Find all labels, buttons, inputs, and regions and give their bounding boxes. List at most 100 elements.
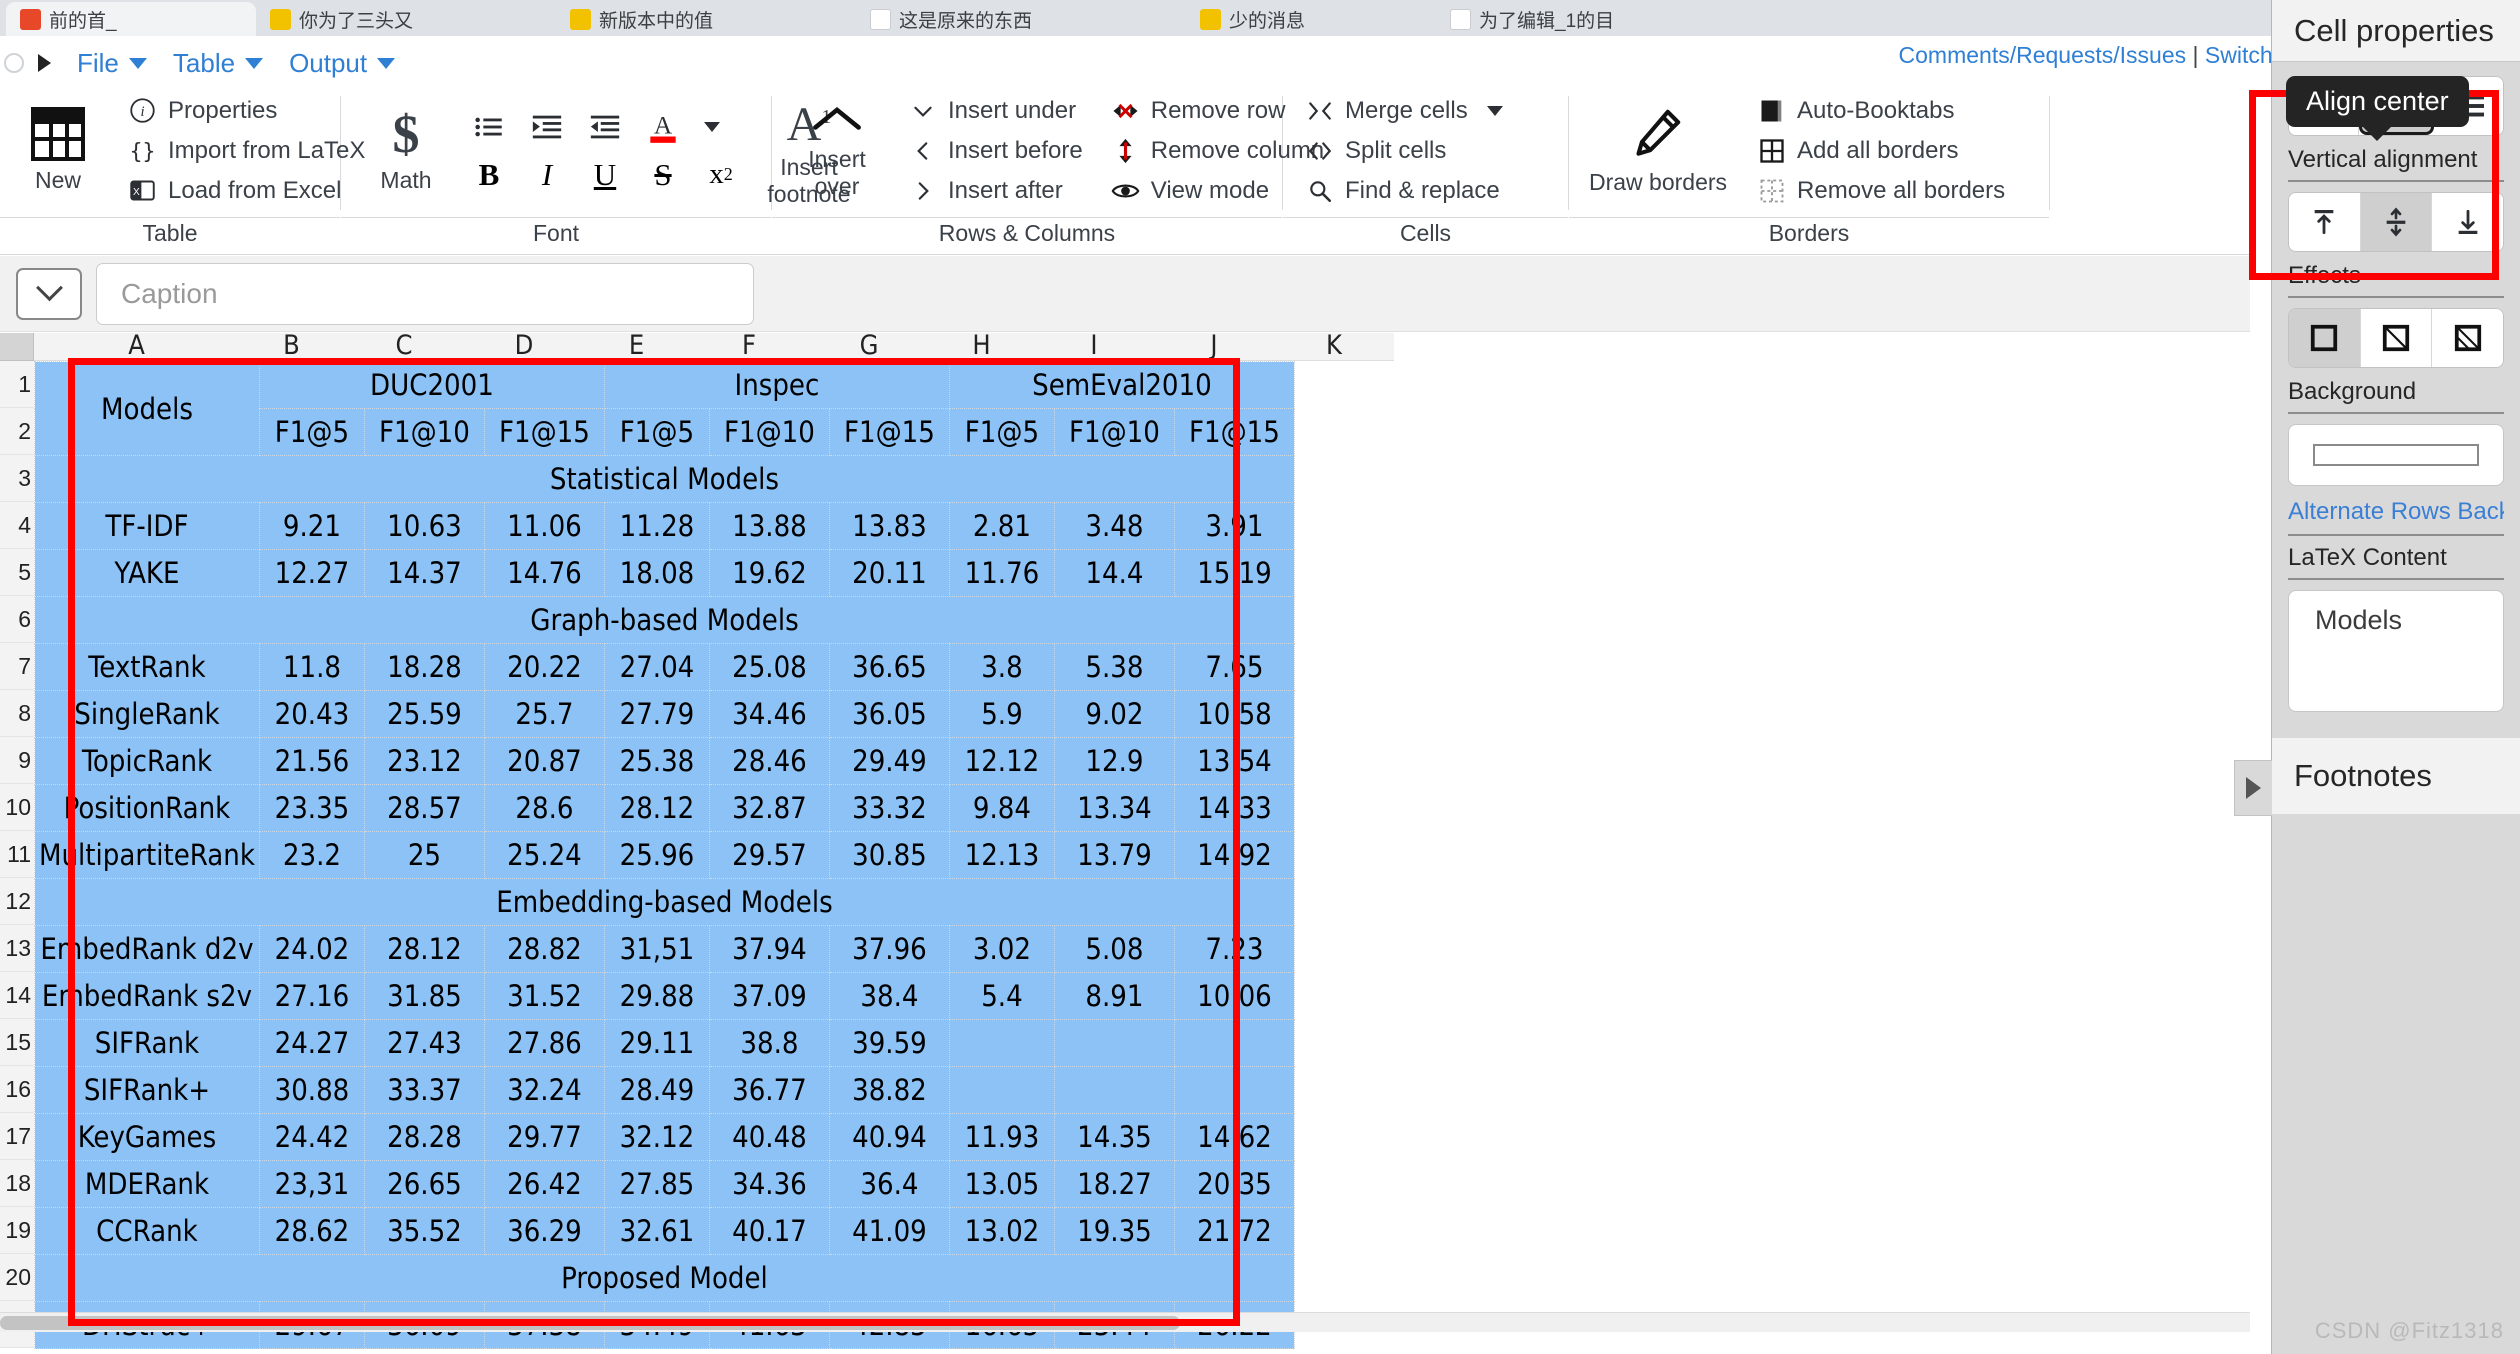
cell-metric-header[interactable]: F1@5	[949, 409, 1054, 456]
cell-value[interactable]: 38.4	[829, 973, 949, 1020]
cell-value[interactable]: 29.77	[484, 1114, 604, 1161]
underline-icon[interactable]: U	[583, 153, 627, 197]
cell-value[interactable]: 9.84	[949, 785, 1054, 832]
column-header[interactable]: D	[464, 333, 584, 360]
row-header[interactable]: 9	[0, 737, 34, 784]
row-header[interactable]: 3	[0, 455, 34, 502]
cell-value[interactable]: 13.88	[709, 503, 829, 550]
cell-value[interactable]	[1174, 1020, 1294, 1067]
cell-model-name[interactable]: EmbedRank d2v	[35, 926, 260, 973]
data-table[interactable]: ModelsDUC2001InspecSemEval2010F1@5F1@10F…	[34, 361, 1295, 1349]
cell-value[interactable]: 11.8	[259, 644, 364, 691]
cell-model-name[interactable]: MultipartiteRank	[35, 832, 260, 879]
cell-value[interactable]: 23.35	[259, 785, 364, 832]
cell-value[interactable]: 24.42	[259, 1114, 364, 1161]
cell-value[interactable]: 31.52	[484, 973, 604, 1020]
add-all-borders-item[interactable]: Add all borders	[1751, 134, 2011, 168]
cell-value[interactable]: 20.43	[259, 691, 364, 738]
math-button[interactable]: $ Math	[351, 107, 461, 194]
cell-value[interactable]: 20.35	[1174, 1161, 1294, 1208]
cell-value[interactable]: 5.38	[1054, 644, 1174, 691]
cell-model-name[interactable]: SingleRank	[35, 691, 260, 738]
cell-value[interactable]: 39.59	[829, 1020, 949, 1067]
cell-value[interactable]: 24.02	[259, 926, 364, 973]
row-header[interactable]: 4	[0, 502, 34, 549]
cell-value[interactable]: 40.94	[829, 1114, 949, 1161]
cell-metric-header[interactable]: F1@5	[604, 409, 709, 456]
cell-value[interactable]: 11.28	[604, 503, 709, 550]
cell-value[interactable]: 23,31	[259, 1161, 364, 1208]
latex-content-input[interactable]: Models	[2288, 590, 2504, 712]
cell-value[interactable]: 33.37	[364, 1067, 484, 1114]
cell-value[interactable]	[1054, 1020, 1174, 1067]
column-header[interactable]: K	[1274, 333, 1394, 360]
cell-section-label[interactable]: Statistical Models	[35, 456, 1295, 503]
column-header[interactable]: A	[34, 333, 239, 360]
row-header[interactable]: 10	[0, 784, 34, 831]
cell-value[interactable]: 12.27	[259, 550, 364, 597]
cell-value[interactable]: 27.86	[484, 1020, 604, 1067]
row-header[interactable]: 14	[0, 972, 34, 1019]
cell-value[interactable]: 32.24	[484, 1067, 604, 1114]
insert-under-item[interactable]: Insert under	[902, 94, 1089, 128]
cell-dataset-group[interactable]: Inspec	[604, 362, 949, 409]
italic-icon[interactable]: I	[525, 153, 569, 197]
browser-tab[interactable]: 前的首_	[6, 2, 256, 36]
cell-value[interactable]: 38.8	[709, 1020, 829, 1067]
column-header[interactable]: C	[344, 333, 464, 360]
cell-value[interactable]: 13.02	[949, 1208, 1054, 1255]
cell-model-name[interactable]: SIFRank	[35, 1020, 260, 1067]
row-header[interactable]: 20	[0, 1254, 34, 1301]
draw-borders-button[interactable]: Draw borders	[1579, 106, 1737, 196]
cell-value[interactable]: 10.58	[1174, 691, 1294, 738]
cell-value[interactable]: 13.79	[1054, 832, 1174, 879]
cell-model-name[interactable]: MDERank	[35, 1161, 260, 1208]
bullet-list-icon[interactable]	[467, 105, 511, 149]
cell-value[interactable]: 28.6	[484, 785, 604, 832]
cell-value[interactable]: 13.05	[949, 1161, 1054, 1208]
cell-value[interactable]: 25.08	[709, 644, 829, 691]
row-header[interactable]: 19	[0, 1207, 34, 1254]
cell-value[interactable]: 9.02	[1054, 691, 1174, 738]
strikethrough-icon[interactable]: S	[641, 153, 685, 197]
cell-value[interactable]: 36.29	[484, 1208, 604, 1255]
row-header[interactable]: 5	[0, 549, 34, 596]
find-replace-item[interactable]: Find & replace	[1299, 174, 1509, 208]
cell-value[interactable]: 36.77	[709, 1067, 829, 1114]
cell-value[interactable]: 3.8	[949, 644, 1054, 691]
cell-value[interactable]: 28.82	[484, 926, 604, 973]
cell-value[interactable]: 23.12	[364, 738, 484, 785]
chevron-down-icon[interactable]	[1487, 106, 1503, 116]
column-header[interactable]: B	[239, 333, 344, 360]
browser-tab[interactable]: 你为了三头又	[256, 2, 556, 36]
insert-before-item[interactable]: Insert before	[902, 134, 1089, 168]
cell-value[interactable]: 25.24	[484, 832, 604, 879]
cell-value[interactable]: 21.56	[259, 738, 364, 785]
cell-value[interactable]: 29.49	[829, 738, 949, 785]
cell-value[interactable]: 25.96	[604, 832, 709, 879]
cell-value[interactable]: 20.11	[829, 550, 949, 597]
align-top-button[interactable]	[2289, 193, 2361, 251]
cell-value[interactable]: 25	[364, 832, 484, 879]
cell-value[interactable]: 10.63	[364, 503, 484, 550]
no-diagonal-button[interactable]	[2289, 309, 2361, 367]
cell-value[interactable]: 30.85	[829, 832, 949, 879]
cell-value[interactable]: 40.17	[709, 1208, 829, 1255]
indent-decrease-icon[interactable]	[583, 105, 627, 149]
cell-value[interactable]: 28.46	[709, 738, 829, 785]
auto-booktabs-item[interactable]: Auto-Booktabs	[1751, 94, 2011, 128]
cell-value[interactable]: 18.08	[604, 550, 709, 597]
cell-value[interactable]: 27.16	[259, 973, 364, 1020]
row-header[interactable]: 18	[0, 1160, 34, 1207]
cell-value[interactable]: 23.2	[259, 832, 364, 879]
cell-models-header[interactable]: Models	[35, 362, 260, 456]
indent-increase-icon[interactable]	[525, 105, 569, 149]
cell-value[interactable]: 14.35	[1054, 1114, 1174, 1161]
cell-model-name[interactable]: TF-IDF	[35, 503, 260, 550]
cell-model-name[interactable]: TextRank	[35, 644, 260, 691]
split-cells-item[interactable]: Split cells	[1299, 134, 1509, 168]
align-middle-button[interactable]	[2361, 193, 2433, 251]
cell-value[interactable]: 24.27	[259, 1020, 364, 1067]
cell-value[interactable]: 28.28	[364, 1114, 484, 1161]
row-header[interactable]: 13	[0, 925, 34, 972]
